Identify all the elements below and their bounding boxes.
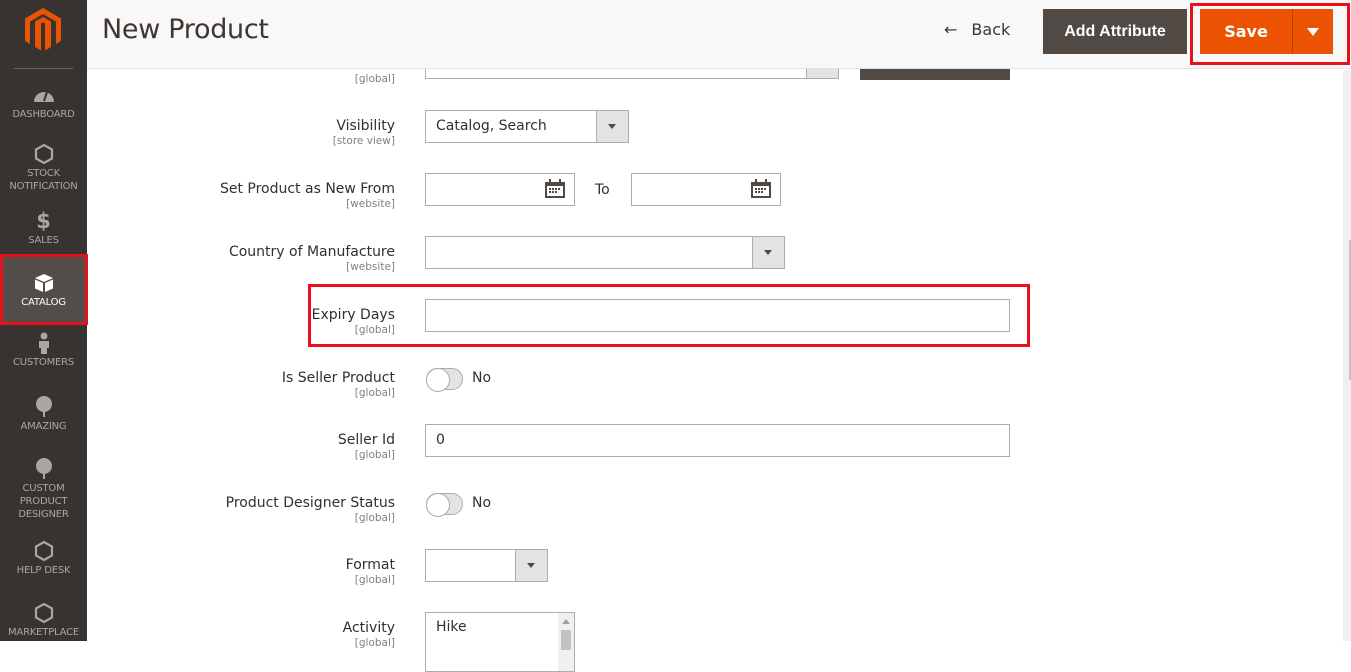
country-select[interactable]: [425, 236, 785, 269]
is-seller-product-label: Is Seller Product [global]: [281, 370, 395, 399]
seller-id-label: Seller Id [global]: [337, 432, 395, 461]
product-form: [global] Visibility [store view] Catalog,…: [87, 46, 1342, 672]
new-from-date-input[interactable]: [425, 173, 575, 206]
activity-option[interactable]: Hike: [436, 619, 467, 635]
sidebar-item-customers[interactable]: CUSTOMERS: [0, 332, 87, 369]
is-seller-product-toggle[interactable]: [426, 368, 463, 392]
sidebar-item-label: CUSTOM PRODUCT DESIGNER: [18, 483, 69, 520]
sidebar-item-label: CUSTOMERS: [12, 357, 75, 368]
add-attribute-button[interactable]: Add Attribute: [1043, 9, 1187, 54]
hexagon-icon: [34, 143, 53, 165]
sidebar-item-dashboard[interactable]: DASHBOARD: [0, 84, 87, 121]
to-label: To: [595, 182, 610, 198]
sidebar-item-label: DASHBOARD: [12, 109, 75, 120]
page-header: New Product ← Back Add Attribute Save: [87, 0, 1351, 69]
sidebar-item-label: AMAZING: [20, 421, 67, 432]
is-seller-product-value: No: [472, 370, 492, 386]
seller-id-input[interactable]: 0: [425, 424, 1010, 457]
magento-logo[interactable]: [25, 8, 61, 52]
sidebar-item-stock-notification[interactable]: STOCK NOTIFICATION: [0, 143, 87, 193]
new-to-date-input[interactable]: [631, 173, 781, 206]
person-icon: [38, 332, 49, 354]
tree-icon: [35, 396, 52, 417]
page-title: New Product: [102, 14, 269, 45]
sidebar-item-label: SALES: [28, 235, 59, 246]
activity-label: Activity [global]: [342, 620, 395, 649]
format-select[interactable]: [425, 549, 548, 582]
hexagon-icon: [34, 540, 53, 562]
back-button[interactable]: ← Back: [944, 20, 1010, 39]
dollar-icon: $: [36, 209, 51, 233]
expiry-days-input[interactable]: [425, 299, 1010, 332]
country-label: Country of Manufacture [website]: [228, 244, 395, 273]
sidebar-item-label: HELP DESK: [16, 565, 71, 576]
logo-divider: [14, 68, 73, 69]
visibility-select[interactable]: Catalog, Search: [425, 110, 629, 143]
designer-status-value: No: [472, 495, 492, 511]
activity-multiselect[interactable]: Hike: [425, 612, 575, 672]
sidebar-item-label: MARKETPLACE: [8, 627, 79, 638]
scroll-up-icon: [562, 619, 570, 624]
multiselect-scrollbar[interactable]: [558, 613, 574, 671]
format-label: Format [global]: [345, 557, 395, 586]
sidebar-item-catalog[interactable]: CATALOG: [0, 257, 87, 322]
save-button[interactable]: Save: [1200, 9, 1292, 54]
dropdown-arrow-icon: [515, 549, 548, 582]
arrow-left-icon: ←: [944, 20, 958, 39]
sidebar-item-custom-product-designer[interactable]: CUSTOM PRODUCT DESIGNER: [0, 458, 87, 521]
dashboard-gauge-icon: [33, 91, 54, 102]
sidebar-item-help-desk[interactable]: HELP DESK: [0, 540, 87, 577]
admin-sidebar: DASHBOARD STOCK NOTIFICATION $ SALES CAT…: [0, 0, 87, 641]
hexagon-icon: [34, 602, 53, 624]
dropdown-arrow-icon: [596, 110, 629, 143]
calendar-icon[interactable]: [544, 179, 566, 199]
visibility-label: Visibility [store view]: [332, 118, 395, 147]
dropdown-arrow-icon: [752, 236, 785, 269]
sidebar-item-sales[interactable]: $ SALES: [0, 210, 87, 247]
expiry-days-label: Expiry Days [global]: [311, 307, 395, 336]
box-icon: [34, 274, 53, 292]
new-from-label: Set Product as New From [website]: [219, 181, 395, 210]
calendar-icon[interactable]: [750, 179, 772, 199]
sidebar-item-marketplace[interactable]: MARKETPLACE: [0, 602, 87, 639]
save-dropdown-toggle[interactable]: [1292, 9, 1333, 54]
sidebar-item-label: CATALOG: [21, 297, 66, 308]
sidebar-item-amazing[interactable]: AMAZING: [0, 396, 87, 433]
sidebar-item-label: STOCK NOTIFICATION: [9, 168, 78, 192]
designer-status-toggle[interactable]: [426, 493, 463, 517]
designer-status-label: Product Designer Status [global]: [225, 495, 395, 524]
tree-icon: [35, 458, 52, 479]
